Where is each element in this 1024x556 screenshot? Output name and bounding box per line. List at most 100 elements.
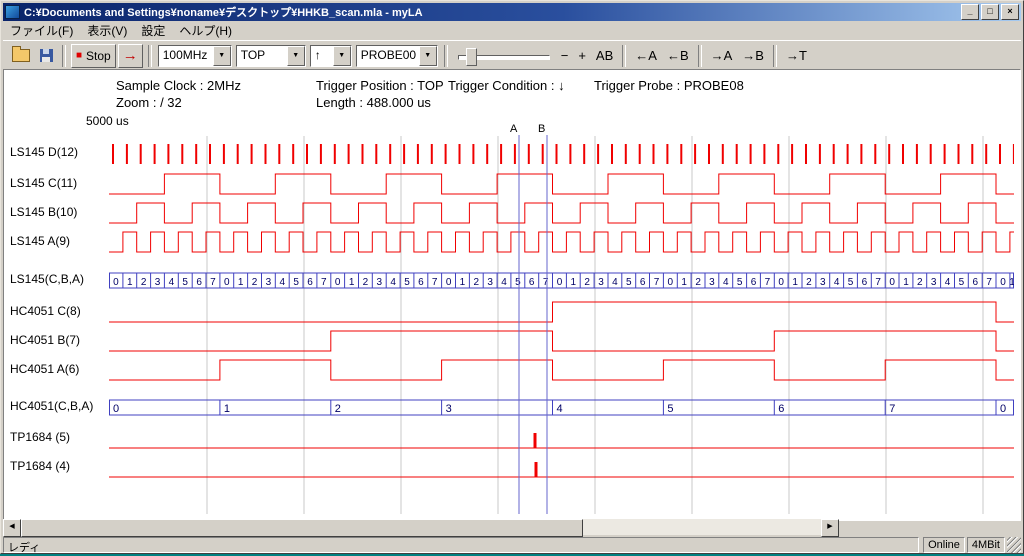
svg-text:B: B xyxy=(538,123,545,135)
menu-help[interactable]: ヘルプ(H) xyxy=(172,21,239,40)
run-arrow-icon: → xyxy=(123,47,138,64)
length-text: Length : 488.000 us xyxy=(316,95,431,110)
svg-text:0: 0 xyxy=(113,403,119,415)
maximize-button[interactable]: □ xyxy=(981,4,999,20)
svg-text:3: 3 xyxy=(820,277,826,288)
svg-text:0: 0 xyxy=(889,277,895,288)
sample-rate-value: 100MHz xyxy=(159,46,213,66)
toolbar-separator xyxy=(698,45,702,67)
svg-text:6: 6 xyxy=(640,277,646,288)
resize-grip[interactable] xyxy=(1007,537,1021,553)
svg-text:7: 7 xyxy=(875,277,881,288)
svg-text:1: 1 xyxy=(571,277,577,288)
chevron-down-icon[interactable]: ▼ xyxy=(287,46,305,66)
svg-text:1: 1 xyxy=(238,277,244,288)
svg-text:0: 0 xyxy=(1000,403,1006,415)
svg-text:3: 3 xyxy=(155,277,161,288)
svg-text:7: 7 xyxy=(654,277,660,288)
scrollbar-thumb[interactable] xyxy=(21,519,583,537)
titlebar[interactable]: C:¥Documents and Settings¥noname¥デスクトップ¥… xyxy=(3,3,1021,21)
svg-text:4: 4 xyxy=(169,277,175,288)
trigger-position-value: TOP xyxy=(237,46,287,66)
svg-text:3: 3 xyxy=(709,277,715,288)
trigger-position-combobox[interactable]: TOP ▼ xyxy=(236,45,306,67)
chevron-down-icon[interactable]: ▼ xyxy=(419,46,437,66)
svg-text:5: 5 xyxy=(959,277,965,288)
waveform-svg: 0123456701234567012345670123456701234567… xyxy=(109,122,1014,514)
goto-trigger-button[interactable]: →T xyxy=(782,46,811,66)
status-ready-text: レディ xyxy=(3,537,919,553)
horizontal-scrollbar[interactable]: ◀ ▶ xyxy=(3,519,839,535)
svg-text:2: 2 xyxy=(695,277,701,288)
svg-text:1: 1 xyxy=(349,277,355,288)
svg-text:0: 0 xyxy=(557,277,563,288)
svg-text:4: 4 xyxy=(501,277,507,288)
chevron-down-icon[interactable]: ▼ xyxy=(333,46,351,66)
zoom-in-button[interactable]: + xyxy=(574,46,590,66)
svg-text:5: 5 xyxy=(182,277,188,288)
svg-text:2: 2 xyxy=(252,277,258,288)
svg-text:2: 2 xyxy=(363,277,369,288)
chevron-down-icon[interactable]: ▼ xyxy=(213,46,231,66)
svg-text:5: 5 xyxy=(737,277,743,288)
open-folder-icon xyxy=(12,49,30,62)
svg-text:1: 1 xyxy=(903,277,909,288)
svg-text:2: 2 xyxy=(335,403,341,415)
trigger-edge-combobox[interactable]: ↑ ▼ xyxy=(310,45,352,67)
svg-text:4: 4 xyxy=(557,403,563,415)
svg-text:6: 6 xyxy=(418,277,424,288)
app-window: C:¥Documents and Settings¥noname¥デスクトップ¥… xyxy=(0,0,1024,554)
minimize-button[interactable]: _ xyxy=(961,4,979,20)
zoom-out-button[interactable]: − xyxy=(557,46,573,66)
waveform-canvas[interactable]: 0123456701234567012345670123456701234567… xyxy=(109,122,1014,514)
svg-text:3: 3 xyxy=(377,277,383,288)
stop-button[interactable]: ■ Stop xyxy=(71,44,116,68)
waveform-row-label: HC4051 B(7) xyxy=(10,333,80,347)
svg-text:5: 5 xyxy=(404,277,410,288)
svg-text:3: 3 xyxy=(931,277,937,288)
trigger-edge-value: ↑ xyxy=(311,46,333,66)
svg-text:1: 1 xyxy=(460,277,466,288)
toolbar-separator xyxy=(773,45,777,67)
svg-text:0: 0 xyxy=(668,277,674,288)
zoom-slider-handle[interactable] xyxy=(466,48,477,66)
svg-text:5: 5 xyxy=(848,277,854,288)
scroll-right-icon[interactable]: ▶ xyxy=(821,519,839,537)
svg-text:2: 2 xyxy=(584,277,590,288)
svg-text:6: 6 xyxy=(973,277,979,288)
run-button[interactable]: → xyxy=(118,44,143,68)
scrollbar-track[interactable] xyxy=(583,519,821,535)
svg-text:3: 3 xyxy=(487,277,493,288)
svg-text:0: 0 xyxy=(1000,277,1006,288)
waveform-row-label: TP1684 (4) xyxy=(10,459,70,473)
menu-file[interactable]: ファイル(F) xyxy=(3,21,80,40)
save-button[interactable] xyxy=(36,45,57,67)
svg-text:5: 5 xyxy=(667,403,673,415)
goto-a-left-button[interactable]: ←A xyxy=(631,46,661,66)
sample-rate-combobox[interactable]: 100MHz ▼ xyxy=(158,45,232,67)
svg-text:5: 5 xyxy=(293,277,299,288)
svg-text:6: 6 xyxy=(778,403,784,415)
close-button[interactable]: × xyxy=(1001,4,1019,20)
probe-combobox[interactable]: PROBE00 ▼ xyxy=(356,45,438,67)
svg-text:0: 0 xyxy=(778,277,784,288)
goto-a-right-button[interactable]: →A xyxy=(707,46,737,66)
menu-settings[interactable]: 設定 xyxy=(134,21,172,40)
svg-text:6: 6 xyxy=(529,277,535,288)
svg-text:3: 3 xyxy=(598,277,604,288)
scroll-left-icon[interactable]: ◀ xyxy=(3,519,21,537)
waveform-row-label: HC4051 C(8) xyxy=(10,304,81,318)
trigger-probe-text: Trigger Probe : PROBE08 xyxy=(594,78,744,93)
probe-value: PROBE00 xyxy=(357,46,419,66)
goto-b-left-button[interactable]: ←B xyxy=(663,46,693,66)
open-button[interactable] xyxy=(8,45,34,67)
ab-button[interactable]: AB xyxy=(592,46,617,66)
waveform-row-label: LS145 C(11) xyxy=(10,176,77,190)
goto-b-right-button[interactable]: →B xyxy=(738,46,768,66)
svg-text:7: 7 xyxy=(432,277,438,288)
menu-view[interactable]: 表示(V) xyxy=(80,21,134,40)
toolbar-separator xyxy=(622,45,626,67)
svg-text:0: 0 xyxy=(335,277,341,288)
zoom-slider[interactable] xyxy=(458,45,550,67)
svg-text:A: A xyxy=(510,123,518,135)
